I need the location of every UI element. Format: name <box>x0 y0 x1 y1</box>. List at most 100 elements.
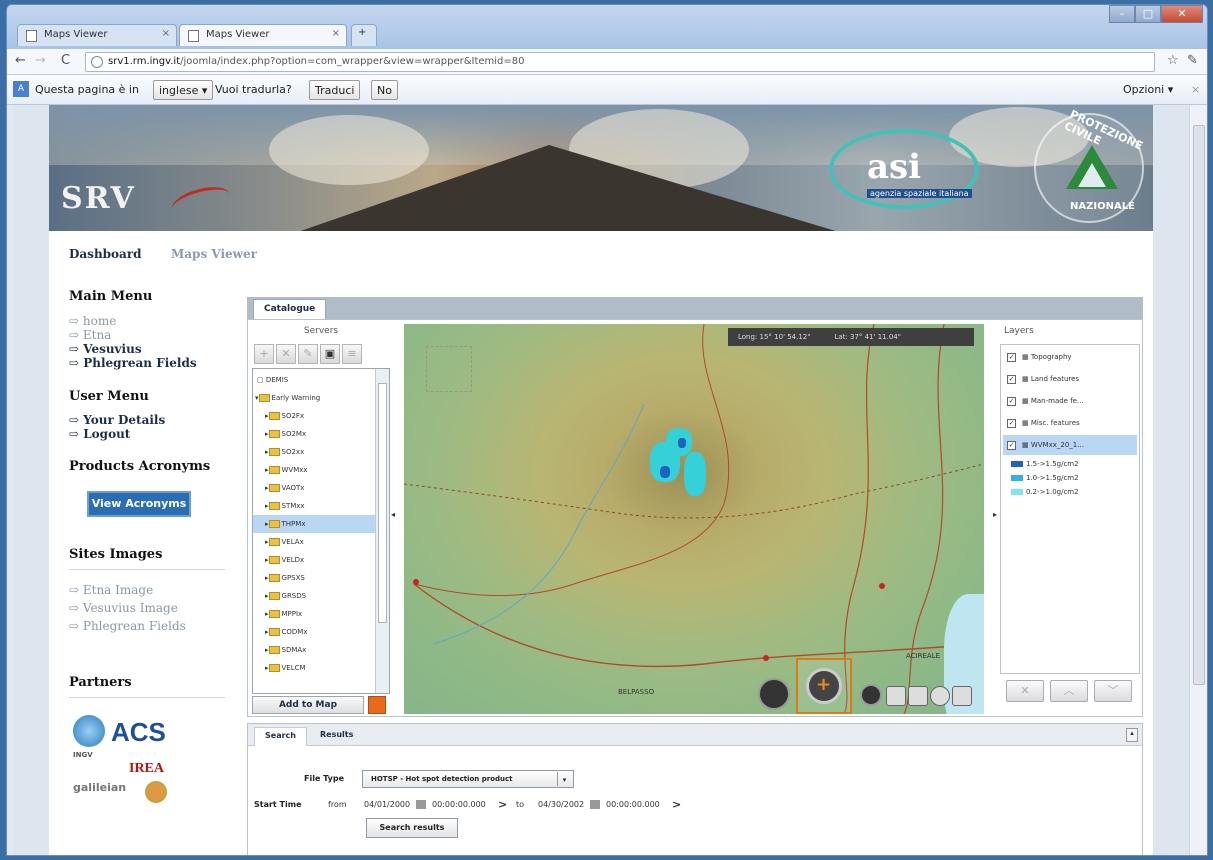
file-type-select[interactable]: HOTSP - Hot spot detection product ▾ <box>362 770 574 788</box>
remove-layer-button[interactable]: ✕ <box>1006 680 1044 702</box>
sidebar-item-phlegrean-image[interactable]: ⇨ Phlegrean Fields <box>69 619 186 633</box>
panel-collapse-icon[interactable]: ▴ <box>1126 728 1138 742</box>
tree-node[interactable]: ▸ MPPIx <box>265 605 387 623</box>
tree-node[interactable]: ▸ VAOTx <box>265 479 387 497</box>
view-acronyms-button[interactable]: View Acronyms <box>87 491 191 517</box>
tab-search[interactable]: Search <box>254 727 307 746</box>
back-arrow-icon[interactable]: ← <box>15 53 26 68</box>
pan-control-icon[interactable] <box>426 346 472 392</box>
collapse-left-icon[interactable]: ◂ <box>391 510 395 519</box>
nav-maps-viewer[interactable]: Maps Viewer <box>171 247 257 261</box>
options-menu[interactable]: Opzioni ▾ <box>1123 83 1173 96</box>
language-value: inglese <box>159 84 199 97</box>
sidebar-item-logout[interactable]: ⇨ Logout <box>69 427 130 441</box>
edit-server-icon[interactable]: ✎ <box>298 344 318 364</box>
checkbox-icon[interactable]: ✓ <box>1007 418 1016 428</box>
tree-node[interactable]: ▸ CODMx <box>265 623 387 641</box>
add-server-icon[interactable]: + <box>254 344 274 364</box>
zoom-in-control[interactable]: + <box>796 658 852 714</box>
tree-scrollbar[interactable] <box>375 369 389 693</box>
checkbox-icon[interactable]: ✓ <box>1007 374 1016 384</box>
to-time-field[interactable]: 00:00:00.000 <box>606 800 660 809</box>
forward-arrow-icon[interactable]: → <box>35 53 46 68</box>
move-down-button[interactable]: ﹀ <box>1094 680 1132 702</box>
tree-node[interactable]: ▸ GRSDS <box>265 587 387 605</box>
wrench-icon[interactable]: ✎ <box>1187 53 1198 68</box>
calendar-icon[interactable] <box>416 800 426 809</box>
measure-icon[interactable] <box>952 686 972 706</box>
nav-dashboard[interactable]: Dashboard <box>69 247 142 261</box>
sidebar-item-etna-image[interactable]: ⇨ Etna Image <box>69 583 153 597</box>
maximize-icon[interactable]: □ <box>1135 5 1161 23</box>
sidebar-item-home[interactable]: ⇨ home <box>69 314 116 328</box>
url-field[interactable]: srv1.rm.ingv.it/joomla/index.php?option=… <box>85 52 1155 72</box>
tree-node[interactable]: ▸ VELAx <box>265 533 387 551</box>
scroll-thumb[interactable] <box>378 383 387 623</box>
close-tab-icon[interactable]: × <box>162 28 170 39</box>
sidebar-item-etna[interactable]: ⇨ Etna <box>69 328 111 342</box>
save-icon[interactable]: ▣ <box>320 344 340 364</box>
remove-server-icon[interactable]: ✕ <box>276 344 296 364</box>
close-window-icon[interactable]: ✕ <box>1161 5 1203 23</box>
tree-node[interactable]: ▸ SO2Fx <box>265 407 387 425</box>
no-translate-button[interactable]: No <box>371 80 398 100</box>
tab-maps-viewer-2[interactable]: Maps Viewer × <box>179 24 347 46</box>
ingv-logo[interactable]: INGV <box>73 751 93 759</box>
tree-node[interactable]: ▸ SDMAx <box>265 641 387 659</box>
search-results-button[interactable]: Search results <box>366 818 458 838</box>
star-icon[interactable]: ☆ <box>1167 53 1179 68</box>
collapse-right-icon[interactable]: ▸ <box>993 510 997 519</box>
zoom-extent-icon[interactable] <box>908 686 928 706</box>
new-tab-button[interactable]: + <box>351 24 377 46</box>
minimize-icon[interactable]: – <box>1109 5 1135 23</box>
page-scrollbar[interactable] <box>1189 105 1207 855</box>
to-date-field[interactable]: 04/30/2002 <box>538 800 584 809</box>
acs-logo[interactable]: ACS <box>111 717 166 748</box>
tree-node-selected[interactable]: ▸ THPMx <box>253 515 375 533</box>
sidebar-item-vesuvius[interactable]: ⇨ Vesuvius <box>69 342 142 356</box>
checkbox-icon[interactable]: ✓ <box>1007 440 1016 450</box>
language-select[interactable]: inglese ▾ <box>153 80 214 100</box>
layer-wvmxx[interactable]: ✓ ▦ WVMxx_20_1... <box>1003 435 1137 455</box>
from-date-field[interactable]: 04/01/2000 <box>364 800 410 809</box>
info-icon[interactable] <box>930 686 950 706</box>
reload-icon[interactable]: C <box>61 53 70 68</box>
sidebar-item-phlegrean[interactable]: ⇨ Phlegrean Fields <box>69 356 197 370</box>
scroll-thumb[interactable] <box>1193 125 1205 685</box>
tree-node[interactable]: ▸ SO2xx <box>265 443 387 461</box>
translate-button[interactable]: Traduci <box>309 80 361 100</box>
checkbox-icon[interactable]: ✓ <box>1007 396 1016 406</box>
layer-topography[interactable]: ✓ ▦ Topography <box>1003 347 1137 367</box>
tree-node-demis[interactable]: ▢ DEMIS <box>257 371 379 389</box>
add-to-map-button[interactable]: Add to Map <box>252 696 364 714</box>
close-tab-icon[interactable]: × <box>332 28 340 39</box>
layer-land-features[interactable]: ✓ ▦ Land features <box>1003 369 1137 389</box>
irea-logo[interactable]: IREA <box>129 761 164 777</box>
tab-catalogue[interactable]: Catalogue <box>253 299 327 319</box>
tree-node[interactable]: ▸ VELDx <box>265 551 387 569</box>
galileian-logo[interactable]: galileian <box>73 781 126 794</box>
tree-node[interactable]: ▸ SO2Mx <box>265 425 387 443</box>
tree-node[interactable]: ▸ VELCM <box>265 659 387 677</box>
tree-node[interactable]: ▸ GPSXS <box>265 569 387 587</box>
add-to-map-icon[interactable] <box>368 696 386 714</box>
checkbox-icon[interactable]: ✓ <box>1007 352 1016 362</box>
map-canvas[interactable]: Long: 15° 10' 54.12" Lat: 37° 41' 11.04" … <box>404 324 984 714</box>
tab-maps-viewer-1[interactable]: Maps Viewer × <box>17 24 177 46</box>
calendar-icon[interactable] <box>590 800 600 809</box>
zoom-out-icon[interactable] <box>860 684 882 706</box>
sidebar-item-your-details[interactable]: ⇨ Your Details <box>69 413 165 427</box>
close-bar-icon[interactable]: × <box>1191 83 1200 96</box>
layer-man-made[interactable]: ✓ ▦ Man-made fe... <box>1003 391 1137 411</box>
tree-node-early-warning[interactable]: ▾ Early Warning <box>255 389 377 407</box>
sidebar-item-vesuvius-image[interactable]: ⇨ Vesuvius Image <box>69 601 178 615</box>
move-up-button[interactable]: ︿ <box>1050 680 1088 702</box>
tab-results[interactable]: Results <box>310 727 363 746</box>
from-time-field[interactable]: 00:00:00.000 <box>432 800 486 809</box>
tree-node[interactable]: ▸ WVMxx <box>265 461 387 479</box>
layer-misc-features[interactable]: ✓ ▦ Misc. features <box>1003 413 1137 433</box>
properties-icon[interactable]: ≡ <box>342 344 362 364</box>
tree-node[interactable]: ▸ STMxx <box>265 497 387 515</box>
compass-icon[interactable] <box>758 678 790 710</box>
zoom-box-icon[interactable] <box>886 686 906 706</box>
